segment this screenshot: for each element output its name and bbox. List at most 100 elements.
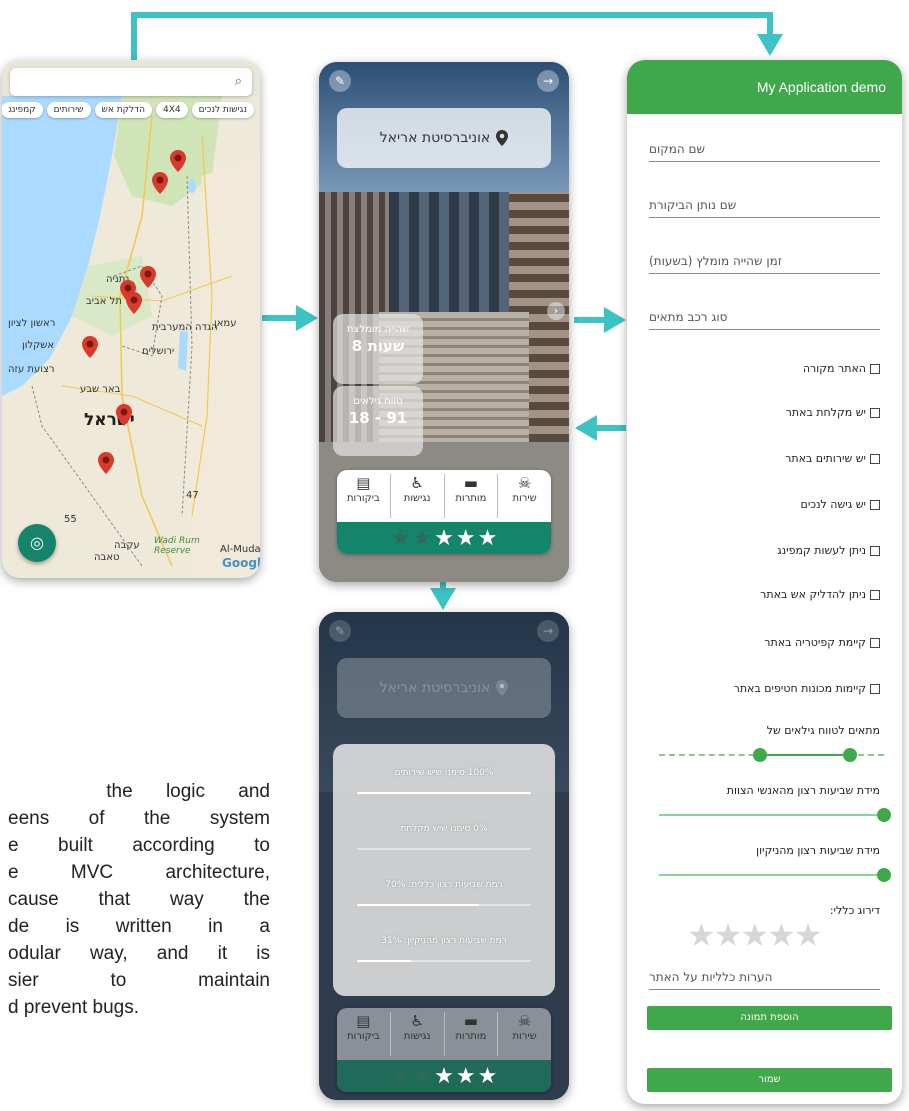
checkbox-fire[interactable]: ניתן להדליק אש באתר: [760, 588, 880, 601]
stay-time-field[interactable]: זמן שהייה מומלץ (בשעות): [649, 244, 880, 274]
feature-luxuries[interactable]: ▬ מותרות: [443, 474, 498, 518]
map-pin-icon[interactable]: [152, 172, 168, 194]
checkbox-label: קיימת קפיטריה באתר: [764, 636, 866, 649]
map-pin-icon[interactable]: [82, 336, 98, 358]
map-view[interactable]: נתניה תל אביב ראשון לציון הגדה המערבית ע…: [2, 96, 260, 578]
age-range-slider[interactable]: [659, 748, 884, 762]
stat-track: [357, 792, 531, 794]
map-pin-icon[interactable]: [116, 404, 132, 426]
star-icon[interactable]: ★: [740, 916, 769, 954]
feature-reviews[interactable]: ▤ ביקורות: [337, 1012, 390, 1056]
feature-service[interactable]: ☠ שירות: [497, 474, 551, 518]
star-icon: ★: [390, 525, 411, 551]
connector-top-right-vertical: [767, 12, 773, 36]
checkbox-accessibility[interactable]: יש גישה לנכים: [801, 498, 880, 511]
map-pin-icon[interactable]: [98, 452, 114, 474]
next-button[interactable]: →: [537, 620, 559, 642]
field-placeholder: שם המקום: [649, 142, 706, 156]
feature-reviews[interactable]: ▤ ביקורות: [337, 474, 390, 518]
star-icon: ★: [455, 1063, 476, 1089]
checkbox-box[interactable]: [870, 545, 880, 556]
checkbox-label: קיימות מכונות חטיפים באתר: [733, 682, 866, 695]
checkbox-camping[interactable]: ניתן לעשות קמפינג: [777, 544, 880, 557]
checkbox-box[interactable]: [870, 453, 880, 464]
checkbox-shower[interactable]: יש מקלחת באתר: [786, 406, 880, 419]
map-pin-icon[interactable]: [140, 266, 156, 288]
feature-service[interactable]: ☠ שירות: [497, 1012, 551, 1056]
reviewer-name-field[interactable]: שם נותן הביקורת: [649, 188, 880, 218]
pencil-icon: ✎: [334, 624, 346, 638]
star-icon[interactable]: ★: [687, 916, 716, 954]
checkbox-box[interactable]: [870, 637, 880, 648]
next-button[interactable]: →: [537, 70, 559, 92]
site-stats-screen: ✎ → אוניברסיטת אריאל 100% סימנו שיש שירו…: [319, 612, 569, 1100]
photo-glass: [389, 192, 509, 312]
checkbox-label: יש גישה לנכים: [800, 498, 866, 511]
checkbox-box[interactable]: [870, 363, 880, 374]
map-pin-icon[interactable]: [126, 292, 142, 314]
feature-label: מותרות: [455, 493, 487, 504]
checkbox-box[interactable]: [870, 407, 880, 418]
arrow-right-icon: →: [542, 624, 554, 638]
add-image-button[interactable]: הוספת תמונה: [647, 1006, 892, 1030]
clean-satisfaction-slider[interactable]: [659, 868, 891, 882]
stat-fill: [357, 792, 531, 794]
checkbox-box[interactable]: [870, 499, 880, 510]
comments-field[interactable]: הערות כלליות על האתר: [649, 960, 880, 990]
vehicle-type-field[interactable]: סוג רכב מתאים: [649, 300, 880, 330]
range-max-handle[interactable]: [843, 748, 858, 762]
filter-chip-toilets[interactable]: שירותים: [46, 102, 91, 118]
map-search-bar[interactable]: ⌕: [10, 68, 252, 96]
photo-next-button[interactable]: ›: [547, 302, 565, 320]
stat-label: רמת שביעות רצון כללית: 70%: [385, 880, 503, 890]
arrow-right-to-site: [296, 305, 318, 331]
feature-accessibility[interactable]: ♿ נגישות: [389, 1012, 444, 1056]
filter-chip-camping[interactable]: קמפינג: [2, 102, 43, 118]
checkbox-cafeteria[interactable]: קיימת קפיטריה באתר: [764, 636, 880, 649]
slider-handle[interactable]: [877, 808, 891, 822]
edit-button[interactable]: ✎: [329, 620, 351, 642]
overall-rating-stars[interactable]: ★★★★★: [687, 916, 823, 954]
comment-icon: ▤: [356, 474, 371, 492]
star-icon[interactable]: ★: [767, 916, 796, 954]
couch-icon: ▬: [463, 1012, 478, 1030]
arrow-down-to-stats: [430, 588, 456, 610]
checkbox-box[interactable]: [870, 589, 880, 600]
edit-button[interactable]: ✎: [329, 70, 351, 92]
text-line: sier to maintain: [8, 970, 270, 991]
feature-luxuries[interactable]: ▬ מותרות: [443, 1012, 498, 1056]
checkbox-snack-machines[interactable]: קיימות מכונות חטיפים באתר: [734, 682, 880, 695]
stat-label: 0% סימנו שיש מקלחת: [400, 824, 488, 834]
field-placeholder: סוג רכב מתאים: [649, 310, 728, 324]
place-name-field[interactable]: שם המקום: [649, 132, 880, 162]
checkbox-box[interactable]: [870, 683, 880, 694]
map-label-taba: טאבה: [94, 552, 120, 563]
star-icon[interactable]: ★: [794, 916, 823, 954]
search-icon[interactable]: ⌕: [235, 74, 242, 89]
filter-chip-fire[interactable]: הדלקת אש: [94, 102, 152, 118]
text-line: eens of the system: [8, 808, 270, 829]
my-location-button[interactable]: ◎: [18, 524, 56, 562]
checkbox-label: ניתן לעשות קמפינג: [777, 544, 866, 557]
connector-form-to-site: [596, 425, 626, 431]
rating-bar: ★ ★ ★ ★ ★: [337, 1060, 551, 1092]
map-label-beersheba: באר שבע: [80, 384, 121, 395]
feature-label: מותרות: [455, 1031, 487, 1042]
checkbox-covered[interactable]: האתר מקורה: [803, 362, 880, 375]
map-label-tel-aviv: תל אביב: [86, 296, 122, 307]
save-button[interactable]: שמור: [647, 1068, 892, 1092]
stat-fill: [357, 960, 411, 962]
team-satisfaction-label: מידת שביעות רצון מהאנשי הצוות: [726, 784, 880, 797]
connector-top-horizontal: [131, 12, 773, 18]
range-min-handle[interactable]: [753, 748, 768, 762]
map-label-wadi-rum: Wadi Rum Reserve: [154, 536, 200, 556]
text-line: cause that way the: [8, 889, 270, 910]
checkbox-toilets[interactable]: יש שירותים באתר: [785, 452, 880, 465]
filter-chip-accessibility[interactable]: נגישות לנכים: [191, 102, 254, 118]
feature-accessibility[interactable]: ♿ נגישות: [389, 474, 444, 518]
star-icon[interactable]: ★: [714, 916, 743, 954]
map-pin-icon[interactable]: [170, 150, 186, 172]
team-satisfaction-slider[interactable]: [659, 808, 891, 822]
slider-handle[interactable]: [877, 868, 891, 882]
filter-chip-4x4[interactable]: 4X4: [155, 102, 188, 118]
